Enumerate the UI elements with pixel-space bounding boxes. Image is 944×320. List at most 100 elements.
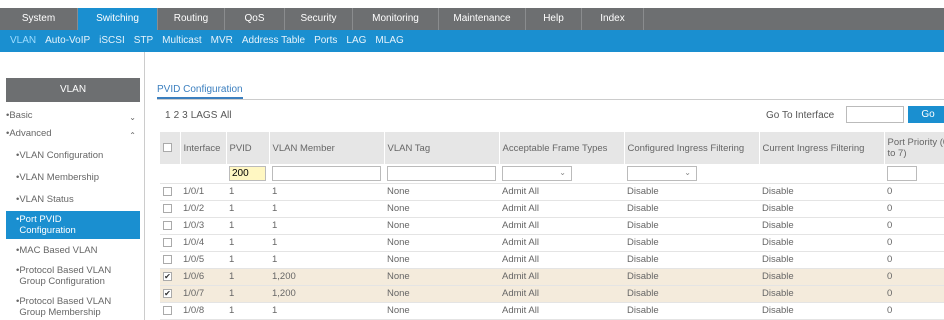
pager-link-lags[interactable]: LAGS — [191, 110, 218, 121]
sidebar-item-vlan-configuration[interactable]: •VLAN Configuration — [6, 150, 140, 161]
cell-configured-ingress: Disable — [624, 234, 759, 252]
row-select-cell: ✔ — [160, 268, 180, 286]
column-header-vlan-tag: VLAN Tag — [384, 132, 500, 164]
select-all-header[interactable] — [160, 132, 181, 164]
pager-link-1[interactable]: 1 — [165, 110, 171, 121]
select-all-checkbox[interactable] — [163, 143, 172, 153]
top-tab-qos[interactable]: QoS — [225, 8, 285, 30]
cell-current-ingress: Disable — [759, 251, 884, 269]
cell-frame-types: Admit All — [499, 251, 624, 269]
sub-tab-stp[interactable]: STP — [134, 30, 153, 52]
sidebar-item-vlan-status[interactable]: •VLAN Status — [6, 194, 140, 205]
top-tab-routing[interactable]: Routing — [158, 8, 225, 30]
table-row[interactable]: 1/0/4 1 1 None Admit All Disable Disable 0 — [160, 234, 944, 252]
sub-tab-mlag[interactable]: MLAG — [375, 30, 403, 52]
page-title: PVID Configuration — [157, 84, 243, 99]
row-checkbox[interactable] — [163, 220, 172, 230]
cell-vlan-tag: None — [384, 302, 499, 320]
cell-configured-ingress: Disable — [624, 285, 759, 303]
column-header-pvid: PVID — [226, 132, 270, 164]
sidebar: VLAN •Basic ⌄ •Advanced ⌃ •VLAN Configurat… — [0, 52, 145, 320]
sub-tab-vlan[interactable]: VLAN — [10, 30, 36, 52]
top-tab-switching[interactable]: Switching — [78, 8, 158, 30]
pager: 1 2 3 LAGS All — [165, 110, 235, 121]
sidebar-item-port-pvid-configuration[interactable]: •Port PVID Configuration — [6, 211, 140, 239]
sidebar-item-vlan-membership[interactable]: •VLAN Membership — [6, 172, 140, 183]
go-to-interface-input[interactable] — [846, 106, 904, 123]
cell-port-priority: 0 — [884, 285, 944, 303]
sub-tab-iscsi[interactable]: iSCSI — [99, 30, 125, 52]
sub-tab-auto-voip[interactable]: Auto-VoIP — [45, 30, 90, 52]
configured-ingress-select[interactable]: ⌄ — [627, 165, 697, 181]
table-row[interactable]: ✔ 1/0/7 1 1,200 None Admit All Disable Disable 0 — [160, 285, 944, 303]
main-content: PVID Configuration 1 2 3 LAGS All Go To Inte… — [145, 52, 944, 320]
sidebar-item-advanced[interactable]: •Advanced ⌃ — [6, 128, 140, 140]
cell-pvid: 1 — [226, 302, 269, 320]
sub-tab-address-table[interactable]: Address Table — [242, 30, 305, 52]
sub-tab-mvr[interactable]: MVR — [211, 30, 233, 52]
sub-tab-ports[interactable]: Ports — [314, 30, 337, 52]
sub-tab-multicast[interactable]: Multicast — [162, 30, 201, 52]
go-button[interactable]: Go — [908, 106, 944, 123]
row-checkbox[interactable] — [163, 237, 172, 247]
table-row[interactable]: 1/0/1 1 1 None Admit All Disable Disable 0 — [160, 183, 944, 201]
cell-port-priority: 0 — [884, 217, 944, 235]
top-tab-help[interactable]: Help — [526, 8, 582, 30]
cell-vlan-tag: None — [384, 217, 499, 235]
sidebar-item-basic[interactable]: •Basic ⌄ — [6, 110, 140, 122]
table-row[interactable]: 1/0/3 1 1 None Admit All Disable Disable 0 — [160, 217, 944, 235]
pager-link-3[interactable]: 3 — [182, 110, 188, 121]
cell-frame-types: Admit All — [499, 268, 624, 286]
cell-configured-ingress: Disable — [624, 183, 759, 201]
cell-current-ingress: Disable — [759, 183, 884, 201]
table-row[interactable]: 1/0/5 1 1 None Admit All Disable Disable 0 — [160, 251, 944, 269]
row-checkbox[interactable] — [163, 254, 172, 264]
sidebar-title: VLAN — [6, 78, 140, 102]
port-priority-input[interactable] — [887, 165, 917, 181]
row-select-cell — [160, 183, 180, 201]
pager-link-2[interactable]: 2 — [174, 110, 180, 121]
cell-vlan-tag: None — [384, 251, 499, 269]
cell-current-ingress: Disable — [759, 268, 884, 286]
row-checkbox[interactable] — [163, 203, 172, 213]
cell-vlan-member: 1 — [269, 234, 384, 252]
vlan-tag-input[interactable] — [387, 165, 496, 181]
top-tab-system[interactable]: System — [0, 8, 78, 30]
table-row[interactable]: 1/0/2 1 1 None Admit All Disable Disable 0 — [160, 200, 944, 218]
frame-types-select[interactable]: ⌄ — [502, 165, 572, 181]
top-tab-security[interactable]: Security — [285, 8, 353, 30]
top-tab-index[interactable]: Index — [582, 8, 644, 30]
cell-vlan-tag: None — [384, 200, 499, 218]
row-checkbox[interactable]: ✔ — [163, 271, 172, 281]
sidebar-item-label: MAC Based VLAN — [19, 245, 98, 256]
cell-pvid: 1 — [226, 234, 269, 252]
top-tab-monitoring[interactable]: Monitoring — [353, 8, 439, 30]
cell-port-priority: 0 — [884, 234, 944, 252]
pager-link-all[interactable]: All — [220, 110, 231, 121]
row-checkbox[interactable] — [163, 305, 172, 315]
sidebar-item-protocol-based-vlan-group-membership[interactable]: •Protocol Based VLAN Group Membership — [6, 296, 140, 318]
sidebar-item-protocol-based-vlan-group-configuration[interactable]: •Protocol Based VLAN Group Configuration — [6, 265, 140, 287]
cell-vlan-member: 1 — [269, 302, 384, 320]
vlan-member-input[interactable] — [272, 165, 381, 181]
cell-pvid: 1 — [226, 285, 269, 303]
sidebar-item-mac-based-vlan[interactable]: •MAC Based VLAN — [6, 245, 140, 256]
cell-interface: 1/0/6 — [180, 268, 226, 286]
cell-current-ingress: Disable — [759, 285, 884, 303]
row-select-cell — [160, 302, 180, 320]
row-checkbox[interactable]: ✔ — [163, 288, 172, 298]
top-tab-maintenance[interactable]: Maintenance — [439, 8, 526, 30]
sidebar-item-label: VLAN Status — [19, 194, 74, 205]
cell-pvid: 1 — [226, 217, 269, 235]
table-row[interactable]: ✔ 1/0/6 1 1,200 None Admit All Disable Disable 0 — [160, 268, 944, 286]
column-header-acceptable-frame-types: Acceptable Frame Types — [499, 132, 625, 164]
table-row[interactable]: 1/0/8 1 1 None Admit All Disable Disable 0 — [160, 302, 944, 320]
sub-tab-lag[interactable]: LAG — [346, 30, 366, 52]
chevron-down-icon: ⌄ — [559, 167, 566, 177]
pvid-input[interactable] — [229, 165, 266, 181]
cell-configured-ingress: Disable — [624, 217, 759, 235]
sidebar-item-advanced-label: Advanced — [9, 128, 52, 139]
sidebar-item-label: Protocol Based VLAN Group Membership — [19, 296, 112, 318]
cell-interface: 1/0/2 — [180, 200, 226, 218]
row-checkbox[interactable] — [163, 186, 172, 196]
